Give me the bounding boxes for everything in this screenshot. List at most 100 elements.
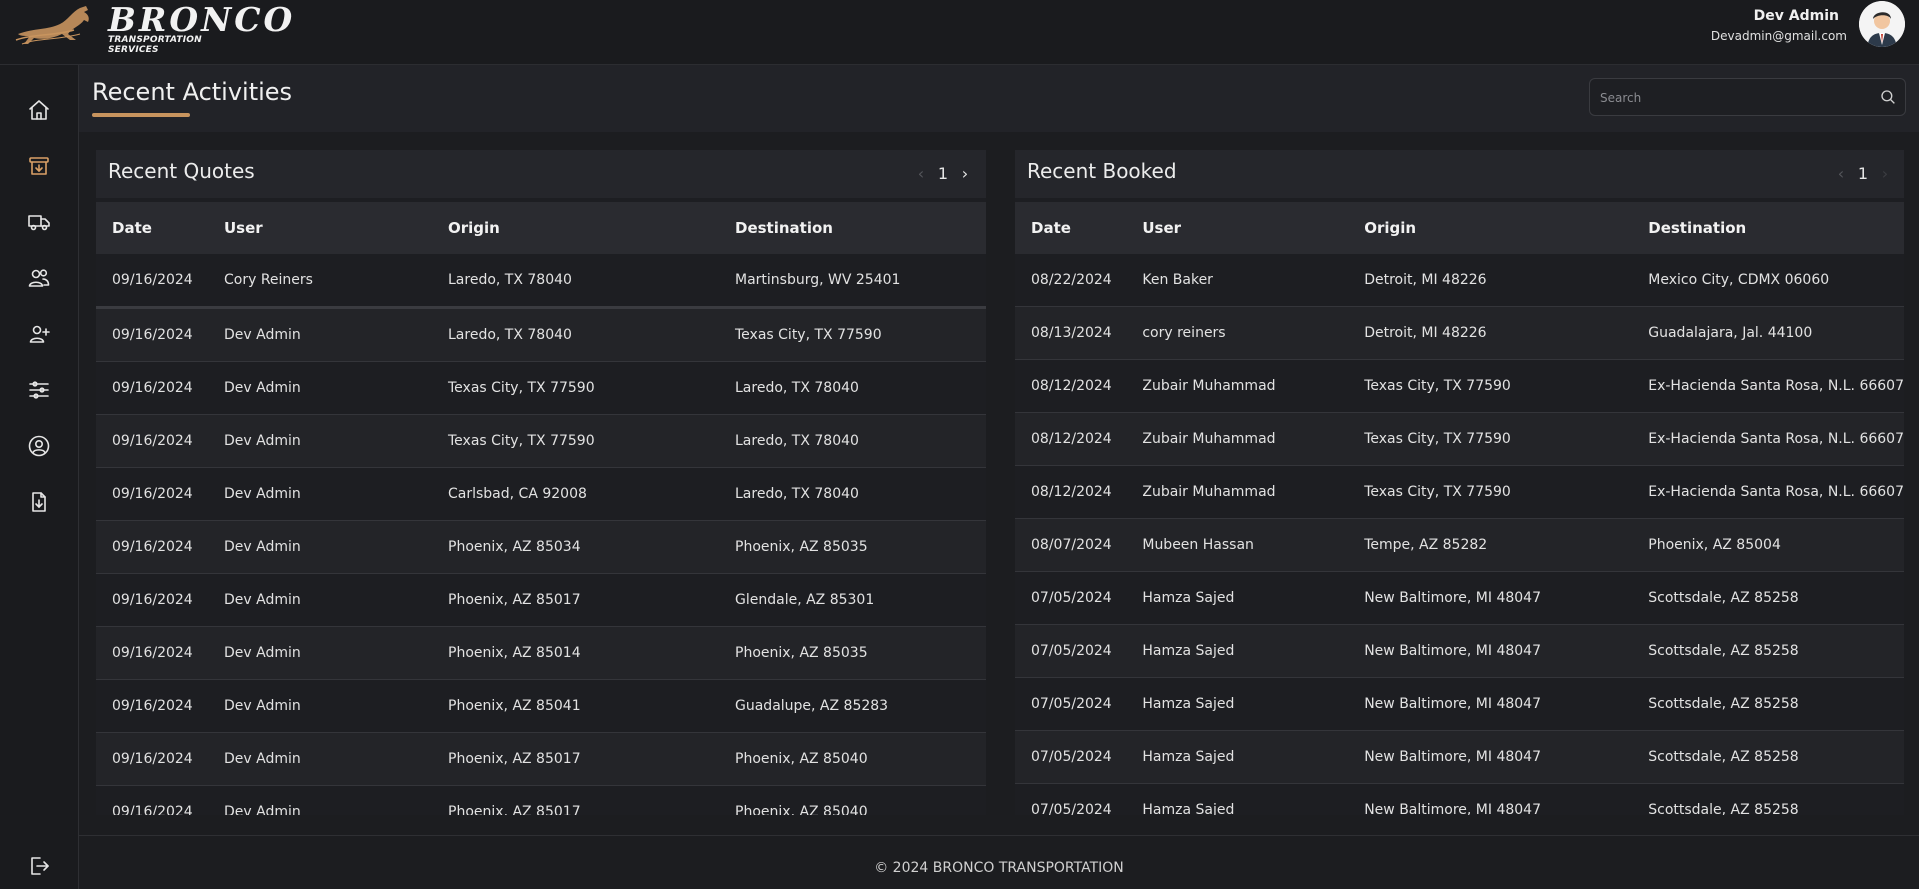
user-cell: Dev Admin [208,573,432,627]
page-title: Recent Activities [92,78,293,106]
date-cell: 07/05/2024 [1015,571,1127,625]
origin-cell: Phoenix, AZ 85014 [432,626,719,680]
table-row[interactable]: 09/16/2024 Dev Admin Laredo, TX 78040 Texas… [96,307,986,362]
search-icon[interactable] [1879,88,1897,106]
table-row[interactable]: 08/13/2024 cory reiners Detroit, MI 48226 G… [1015,306,1904,360]
user-cell: Dev Admin [208,414,432,468]
table-row[interactable]: 09/16/2024 Dev Admin Phoenix, AZ 85017 Phoe… [96,785,986,815]
table-row[interactable]: 09/16/2024 Dev Admin Phoenix, AZ 85017 Glen… [96,573,986,627]
footer-divider [79,835,1919,836]
date-cell: 09/16/2024 [96,254,208,309]
destination-cell: Texas City, TX 77590 [719,307,986,362]
table-row[interactable]: 09/16/2024 Dev Admin Phoenix, AZ 85041 Guad… [96,679,986,733]
user-cell: Hamza Sajed [1126,677,1349,731]
panel-header: Recent Quotes ‹ 1 › [96,150,986,198]
destination-cell: Scottsdale, AZ 85258 [1632,571,1904,625]
column-header[interactable]: Date [1015,202,1127,254]
destination-cell: Ex-Hacienda Santa Rosa, N.L. 66607 [1632,412,1904,466]
origin-cell: New Baltimore, MI 48047 [1348,730,1633,784]
sidebar-item-profile[interactable] [26,433,52,459]
sidebar-item-add-user[interactable] [26,321,52,347]
sidebar-item-documents[interactable] [26,489,52,515]
brand-name: BRONCO [108,0,296,39]
column-header[interactable]: User [208,202,432,254]
next-page-button[interactable]: › [958,164,972,183]
table-row[interactable]: 07/05/2024 Hamza Sajed New Baltimore, MI 4… [1015,783,1904,815]
destination-cell: Scottsdale, AZ 85258 [1632,677,1904,731]
table-row[interactable]: 08/12/2024 Zubair Muhammad Texas City, TX … [1015,465,1904,519]
date-cell: 09/16/2024 [96,785,208,815]
origin-cell: Phoenix, AZ 85034 [432,520,719,574]
destination-cell: Scottsdale, AZ 85258 [1632,783,1904,815]
panel-title: Recent Quotes [108,159,255,183]
date-cell: 08/07/2024 [1015,518,1127,572]
search-box[interactable] [1589,78,1906,117]
table-row[interactable]: 08/22/2024 Ken Baker Detroit, MI 48226 Mexi… [1015,254,1904,307]
prev-page-button[interactable]: ‹ [914,164,928,183]
destination-cell: Martinsburg, WV 25401 [719,254,986,309]
table-row[interactable]: 09/16/2024 Dev Admin Texas City, TX 77590 L… [96,414,986,468]
table-row[interactable]: 09/16/2024 Dev Admin Carlsbad, CA 92008 Lar… [96,467,986,521]
column-header[interactable]: Date [96,202,208,254]
date-cell: 08/12/2024 [1015,465,1127,519]
column-header[interactable]: Destination [1632,202,1904,254]
table-row[interactable]: 09/16/2024 Dev Admin Phoenix, AZ 85034 Phoe… [96,520,986,574]
user-name: Dev Admin [1753,8,1839,24]
prev-page-button[interactable]: ‹ [1834,164,1848,183]
user-cell: Dev Admin [208,307,432,362]
date-cell: 09/16/2024 [96,414,208,468]
destination-cell: Laredo, TX 78040 [719,467,986,521]
column-header[interactable]: Origin [432,202,719,254]
table-row[interactable]: 08/07/2024 Mubeen Hassan Tempe, AZ 85282 Ph… [1015,518,1904,572]
table-row[interactable]: 08/12/2024 Zubair Muhammad Texas City, TX … [1015,412,1904,466]
column-header[interactable]: Destination [719,202,986,254]
date-cell: 08/22/2024 [1015,254,1127,307]
user-cell: Dev Admin [208,361,432,415]
user-email: Devadmin@gmail.com [1710,29,1847,43]
table-row[interactable]: 09/16/2024 Dev Admin Phoenix, AZ 85017 Phoe… [96,732,986,786]
date-cell: 09/16/2024 [96,679,208,733]
origin-cell: New Baltimore, MI 48047 [1348,677,1633,731]
destination-cell: Ex-Hacienda Santa Rosa, N.L. 66607 [1632,465,1904,519]
table-row[interactable]: 09/16/2024 Dev Admin Phoenix, AZ 85014 Phoe… [96,626,986,680]
column-header[interactable]: Origin [1348,202,1633,254]
sidebar-item-settings[interactable] [26,377,52,403]
origin-cell: Laredo, TX 78040 [432,254,719,309]
origin-cell: New Baltimore, MI 48047 [1348,571,1633,625]
user-cell: Cory Reiners [208,254,432,309]
table-row[interactable]: 07/05/2024 Hamza Sajed New Baltimore, MI 4… [1015,730,1904,784]
table-row[interactable]: 09/16/2024 Dev Admin Texas City, TX 77590 L… [96,361,986,415]
table-row[interactable]: 07/05/2024 Hamza Sajed New Baltimore, MI 4… [1015,624,1904,678]
sidebar-item-logout[interactable] [26,853,52,879]
brand-logo[interactable]: BRONCO TRANSPORTATION SERVICES [14,0,292,55]
sidebar-item-users[interactable] [26,265,52,291]
date-cell: 09/16/2024 [96,520,208,574]
horse-logo-icon [15,6,89,45]
sidebar-item-shipments[interactable] [26,209,52,235]
sidebar-item-home[interactable] [26,97,52,123]
user-cell: Hamza Sajed [1126,730,1349,784]
sidebar-item-archive[interactable] [26,153,52,179]
user-cell: Dev Admin [208,785,432,815]
destination-cell: Phoenix, AZ 85040 [719,785,986,815]
panel-header: Recent Booked ‹ 1 › [1015,150,1904,198]
origin-cell: New Baltimore, MI 48047 [1348,783,1633,815]
page-number[interactable]: 1 [928,164,958,183]
table-header-row: Date User Origin Destination [96,202,986,254]
date-cell: 09/16/2024 [96,573,208,627]
table-row[interactable]: 09/16/2024 Cory Reiners Laredo, TX 78040 Ma… [96,254,986,309]
avatar[interactable] [1859,1,1905,47]
next-page-button[interactable]: › [1878,164,1892,183]
page-number[interactable]: 1 [1848,164,1878,183]
table-row[interactable]: 07/05/2024 Hamza Sajed New Baltimore, MI 4… [1015,677,1904,731]
origin-cell: Texas City, TX 77590 [1348,412,1633,466]
destination-cell: Scottsdale, AZ 85258 [1632,624,1904,678]
origin-cell: Tempe, AZ 85282 [1348,518,1633,572]
logout-icon [31,857,49,875]
table-row[interactable]: 07/05/2024 Hamza Sajed New Baltimore, MI 4… [1015,571,1904,625]
search-input[interactable] [1598,79,1872,117]
table-row[interactable]: 08/12/2024 Zubair Muhammad Texas City, TX … [1015,359,1904,413]
date-cell: 09/16/2024 [96,361,208,415]
column-header[interactable]: User [1126,202,1349,254]
origin-cell: Texas City, TX 77590 [1348,359,1633,413]
